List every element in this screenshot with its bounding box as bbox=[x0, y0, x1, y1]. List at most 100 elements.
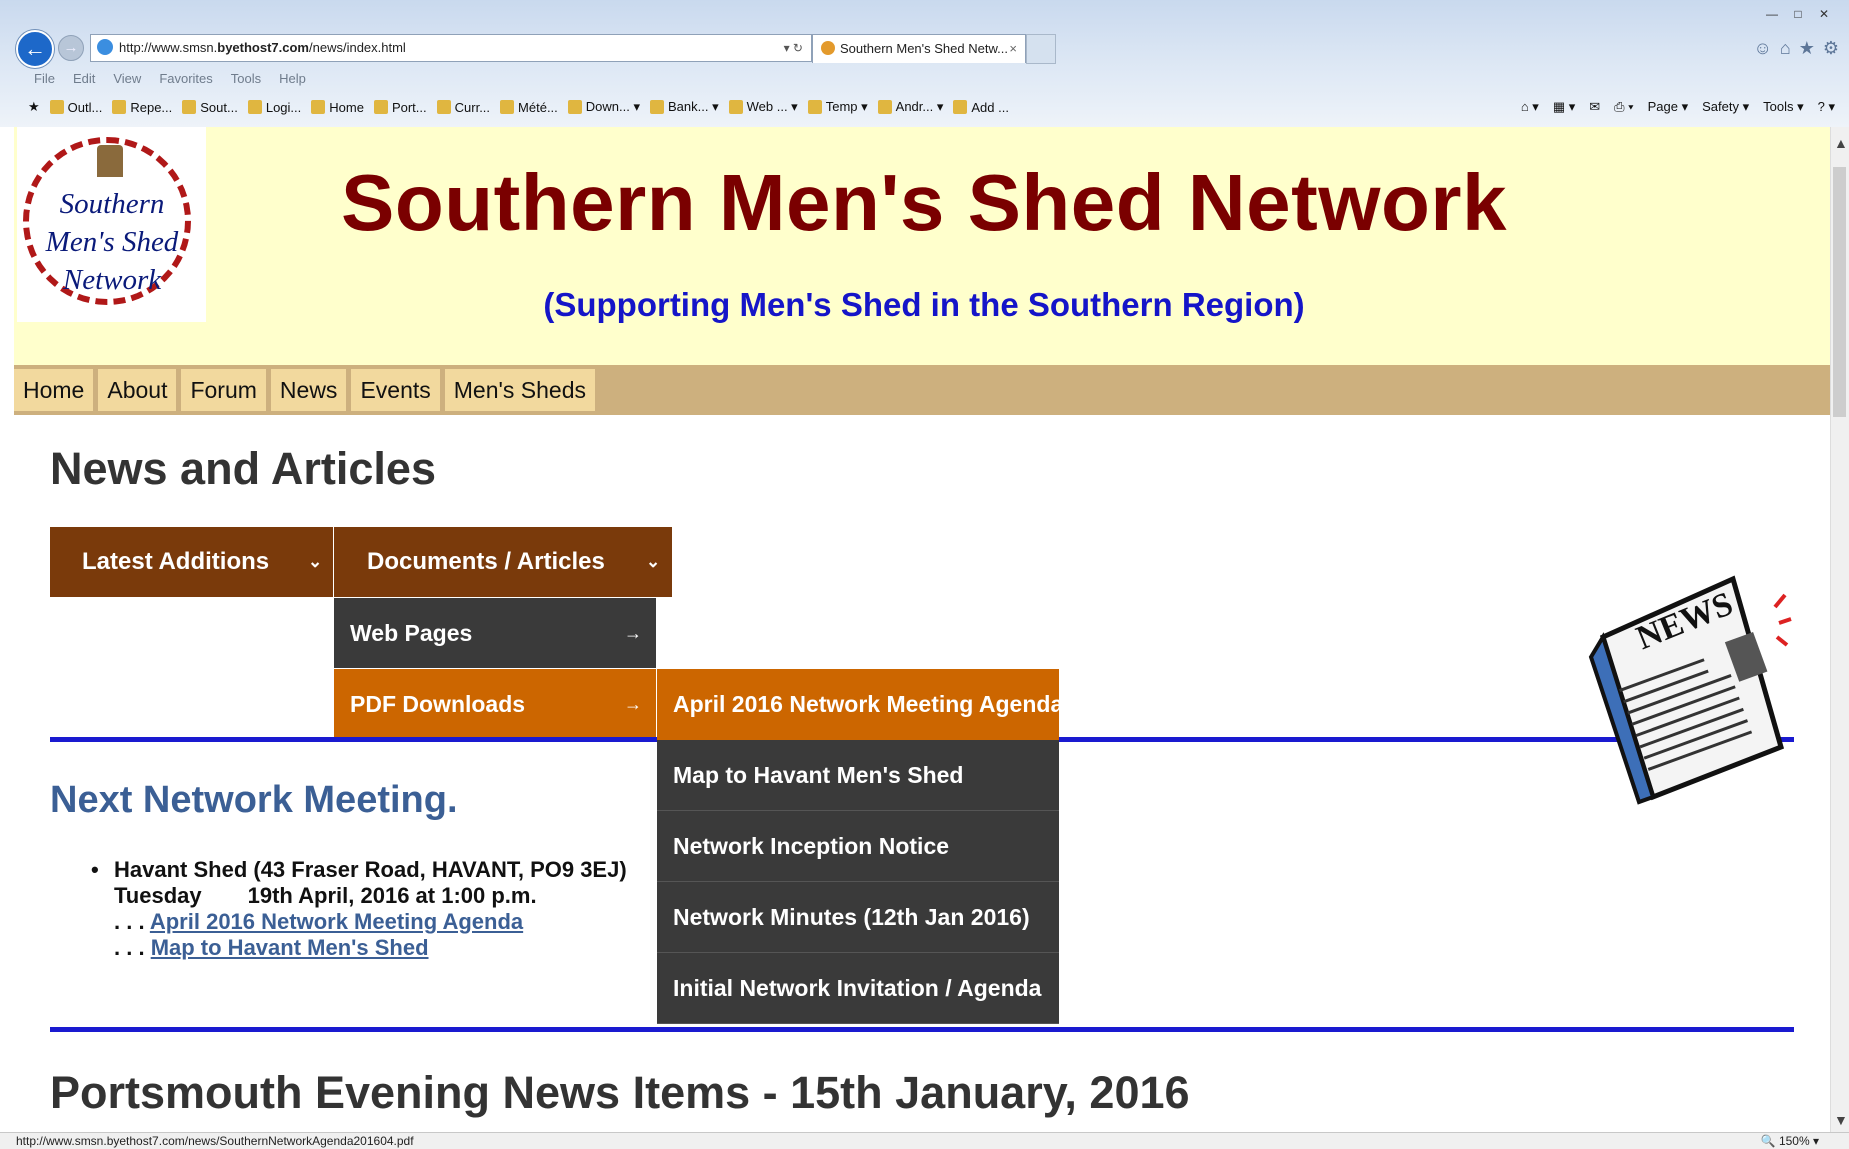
menu-tools[interactable]: Tools bbox=[231, 71, 261, 86]
browser-tab[interactable]: Southern Men's Shed Netw... × bbox=[812, 34, 1026, 63]
cmd-page[interactable]: Page ▾ bbox=[1648, 99, 1689, 115]
meeting-day: Tuesday bbox=[114, 883, 202, 908]
menu-documents-articles[interactable]: Documents / Articles ⌄ bbox=[334, 527, 672, 597]
forward-button[interactable]: → bbox=[58, 35, 84, 61]
nav-home[interactable]: Home bbox=[14, 369, 94, 411]
pdf-item-inception-notice[interactable]: Network Inception Notice bbox=[657, 811, 1059, 882]
address-bar[interactable]: http://www.smsn.byethost7.com/news/index… bbox=[90, 34, 812, 62]
fav-folder[interactable]: Down... ▾ bbox=[567, 99, 640, 115]
cmd-print-icon[interactable]: ⎙ ▾ bbox=[1614, 99, 1633, 115]
fav-item[interactable]: Mété... bbox=[500, 100, 558, 115]
vertical-scrollbar[interactable]: ▲ ▼ bbox=[1830, 127, 1849, 1132]
cmd-feeds-icon[interactable]: ▦ ▾ bbox=[1553, 99, 1575, 115]
pdf-item-havant-map[interactable]: Map to Havant Men's Shed bbox=[657, 740, 1059, 811]
back-button[interactable]: ← bbox=[16, 30, 54, 68]
menu-favorites[interactable]: Favorites bbox=[159, 71, 212, 86]
nav-mens-sheds[interactable]: Men's Sheds bbox=[444, 369, 596, 411]
agenda-link[interactable]: April 2016 Network Meeting Agenda bbox=[150, 909, 523, 934]
tab-close-icon[interactable]: × bbox=[1009, 35, 1017, 63]
tab-title: Southern Men's Shed Netw... bbox=[840, 41, 1008, 56]
cmd-help-icon[interactable]: ? ▾ bbox=[1818, 99, 1835, 115]
fav-folder[interactable]: Temp ▾ bbox=[807, 99, 868, 115]
meeting-link-row: . . . April 2016 Network Meeting Agenda bbox=[114, 909, 524, 934]
url-prefix: http://www.smsn. bbox=[119, 40, 218, 55]
chevron-down-icon: ⌄ bbox=[646, 552, 661, 571]
fav-item[interactable]: Repe... bbox=[112, 100, 172, 115]
chevron-down-icon: ⌄ bbox=[308, 552, 323, 571]
menu-view[interactable]: View bbox=[113, 71, 141, 86]
nav-about[interactable]: About bbox=[98, 369, 177, 411]
menu-latest-additions[interactable]: Latest Additions ⌄ bbox=[50, 527, 333, 597]
zoom-level[interactable]: 🔍 150% ▾ bbox=[1761, 1133, 1819, 1149]
portsmouth-news-heading: Portsmouth Evening News Items - 15th Jan… bbox=[50, 1067, 1190, 1118]
fav-item[interactable]: Add ... bbox=[953, 100, 1009, 115]
status-bar: http://www.smsn.byethost7.com/news/South… bbox=[0, 1132, 1849, 1149]
new-tab-button[interactable] bbox=[1026, 34, 1056, 64]
menu-help[interactable]: Help bbox=[279, 71, 306, 86]
site-logo[interactable]: Southern Men's Shed Network bbox=[17, 127, 206, 322]
main-nav: Home About Forum News Events Men's Sheds bbox=[14, 365, 1831, 415]
maximize-button[interactable]: □ bbox=[1787, 6, 1809, 22]
minimize-button[interactable]: — bbox=[1761, 6, 1783, 22]
menu-documents-label: Documents / Articles bbox=[367, 548, 605, 575]
fav-item[interactable]: Sout... bbox=[182, 100, 238, 115]
fav-folder[interactable]: Bank... ▾ bbox=[650, 99, 719, 115]
settings-gear-icon[interactable]: ⚙ bbox=[1823, 38, 1839, 59]
status-url: http://www.smsn.byethost7.com/news/South… bbox=[16, 1134, 414, 1148]
fav-folder[interactable]: Web ... ▾ bbox=[728, 99, 798, 115]
scroll-down-icon[interactable]: ▼ bbox=[1834, 1112, 1848, 1128]
scroll-thumb[interactable] bbox=[1833, 167, 1846, 417]
menu-edit[interactable]: Edit bbox=[73, 71, 95, 86]
arrow-right-icon: → bbox=[624, 623, 642, 643]
close-window-button[interactable]: ✕ bbox=[1813, 6, 1835, 22]
cmd-safety[interactable]: Safety ▾ bbox=[1702, 99, 1749, 115]
command-bar: ⌂ ▾ ▦ ▾ ✉ ⎙ ▾ Page ▾ Safety ▾ Tools ▾ ? … bbox=[1521, 99, 1835, 115]
cmd-home-icon[interactable]: ⌂ ▾ bbox=[1521, 99, 1539, 115]
scroll-up-icon[interactable]: ▲ bbox=[1834, 135, 1848, 151]
refresh-icon[interactable]: ▾ ↻ bbox=[784, 35, 803, 61]
fav-item[interactable]: Home bbox=[311, 100, 364, 115]
divider bbox=[50, 1027, 1794, 1032]
browser-chrome: — □ ✕ ← → http://www.smsn.byethost7.com/… bbox=[0, 0, 1849, 128]
nav-news[interactable]: News bbox=[270, 369, 347, 411]
favorites-bar: ★ Outl... Repe... Sout... Logi... Home P… bbox=[28, 99, 1009, 115]
fav-item[interactable]: Port... bbox=[373, 100, 427, 115]
toolbar-right-icons: ☺ ⌂ ★ ⚙ bbox=[1753, 38, 1839, 59]
cmd-tools[interactable]: Tools ▾ bbox=[1763, 99, 1804, 115]
pdf-item-initial-invitation[interactable]: Initial Network Invitation / Agenda bbox=[657, 953, 1059, 1024]
site-title: Southern Men's Shed Network bbox=[341, 158, 1507, 247]
submenu-pdf-downloads[interactable]: PDF Downloads → bbox=[334, 669, 656, 739]
fav-item[interactable]: Curr... bbox=[436, 100, 490, 115]
fav-item[interactable]: Outl... bbox=[49, 100, 102, 115]
home-icon[interactable]: ⌂ bbox=[1780, 38, 1791, 59]
smiley-icon[interactable]: ☺ bbox=[1753, 38, 1771, 59]
favorites-star-icon[interactable]: ★ bbox=[1799, 38, 1815, 59]
url-domain: byethost7.com bbox=[217, 40, 309, 55]
menu-file[interactable]: File bbox=[34, 71, 55, 86]
meeting-link-row: . . . Map to Havant Men's Shed bbox=[114, 935, 429, 960]
meeting-details: • Havant Shed (43 Fraser Road, HAVANT, P… bbox=[91, 857, 627, 961]
submenu-web-pages[interactable]: Web Pages → bbox=[334, 598, 656, 668]
pdf-item-network-minutes[interactable]: Network Minutes (12th Jan 2016) bbox=[657, 882, 1059, 953]
next-meeting-heading: Next Network Meeting. bbox=[50, 779, 458, 821]
cmd-mail-icon[interactable]: ✉ bbox=[1589, 99, 1600, 115]
newspaper-icon: NEWS bbox=[1588, 575, 1792, 805]
bullet: • bbox=[91, 857, 99, 882]
arrow-right-icon: → bbox=[624, 694, 642, 714]
favorites-star-icon[interactable]: ★ bbox=[28, 99, 40, 115]
meeting-venue: Havant Shed (43 Fraser Road, HAVANT, PO9… bbox=[114, 857, 627, 882]
shed-icon bbox=[97, 145, 123, 177]
pdf-item-april-agenda[interactable]: April 2016 Network Meeting Agenda bbox=[657, 669, 1059, 740]
nav-events[interactable]: Events bbox=[351, 369, 440, 411]
fav-item[interactable]: Logi... bbox=[247, 100, 301, 115]
submenu-pdf-downloads-label: PDF Downloads bbox=[350, 691, 526, 717]
nav-forum[interactable]: Forum bbox=[181, 369, 266, 411]
site-subtitle: (Supporting Men's Shed in the Southern R… bbox=[543, 286, 1305, 323]
menu-latest-label: Latest Additions bbox=[82, 548, 270, 575]
logo-text: Southern Men's Shed Network bbox=[45, 188, 179, 296]
site-header: Southern Men's Shed Network Southern Men… bbox=[14, 127, 1831, 365]
map-link[interactable]: Map to Havant Men's Shed bbox=[151, 935, 429, 960]
fav-folder[interactable]: Andr... ▾ bbox=[877, 99, 943, 115]
tab-favicon-icon bbox=[821, 41, 835, 55]
submenu-web-pages-label: Web Pages bbox=[350, 620, 473, 646]
